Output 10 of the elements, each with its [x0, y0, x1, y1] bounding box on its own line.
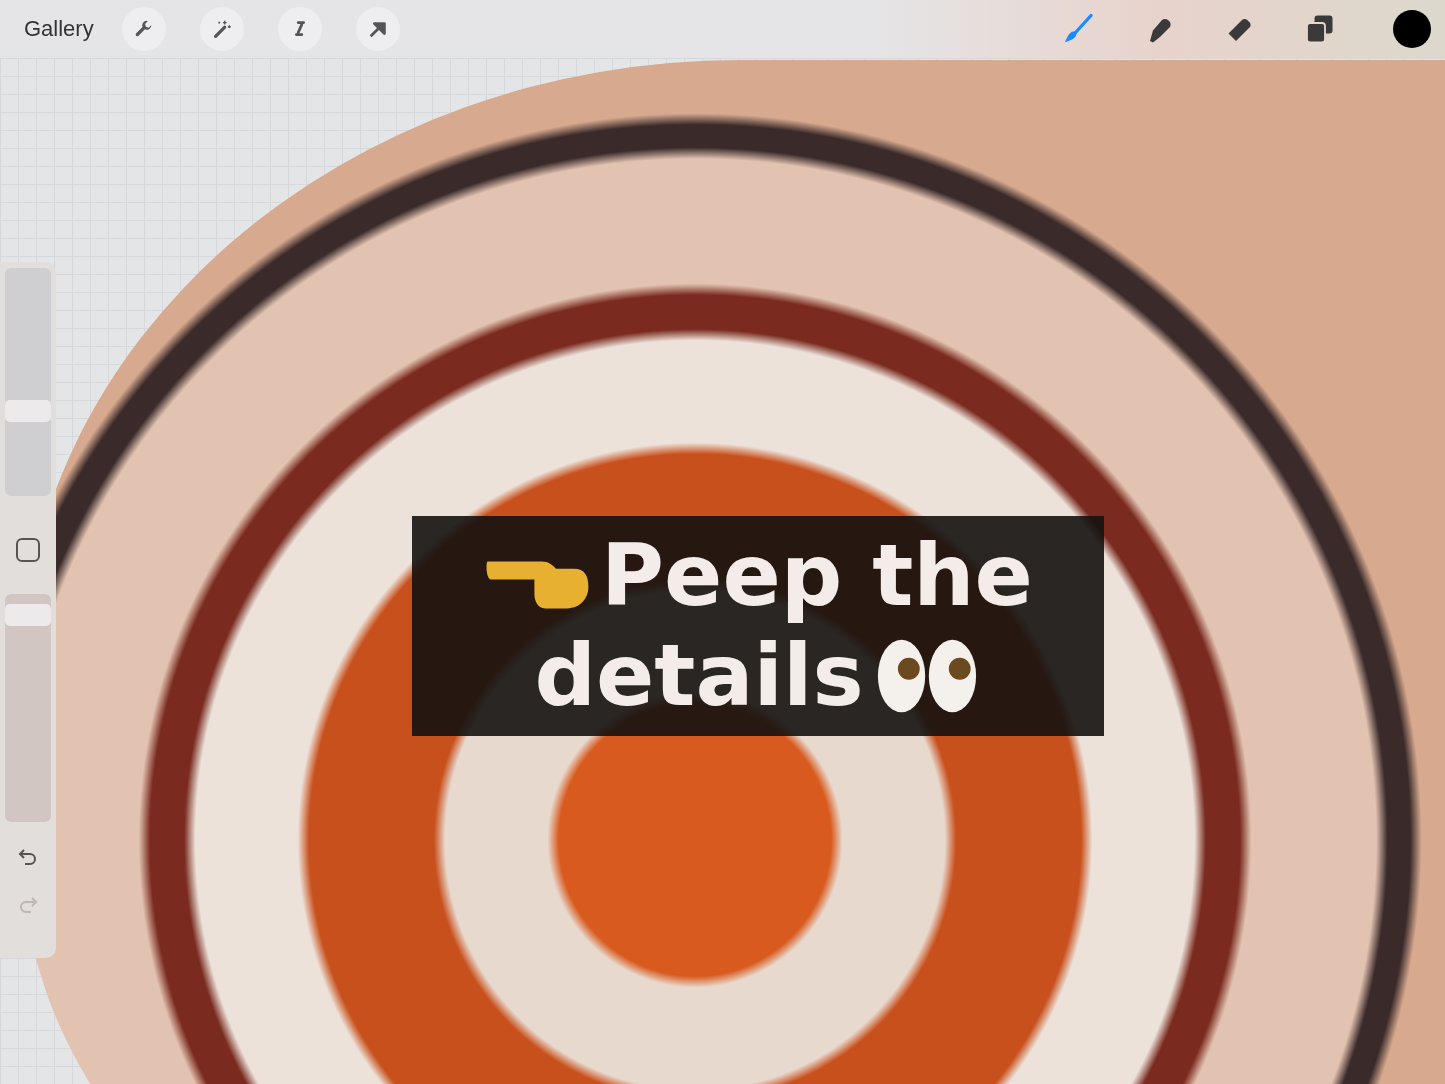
opacity-slider[interactable] — [5, 594, 51, 822]
square-icon[interactable] — [16, 538, 40, 562]
selection-icon[interactable] — [277, 7, 322, 51]
slider-thumb[interactable] — [5, 399, 51, 422]
brush-size-slider[interactable] — [5, 268, 51, 496]
gallery-button[interactable]: Gallery — [24, 16, 94, 42]
magic-wand-icon[interactable] — [199, 7, 244, 51]
color-swatch[interactable] — [1393, 10, 1431, 48]
slider-thumb[interactable] — [5, 604, 51, 627]
wrench-icon[interactable] — [121, 7, 166, 51]
